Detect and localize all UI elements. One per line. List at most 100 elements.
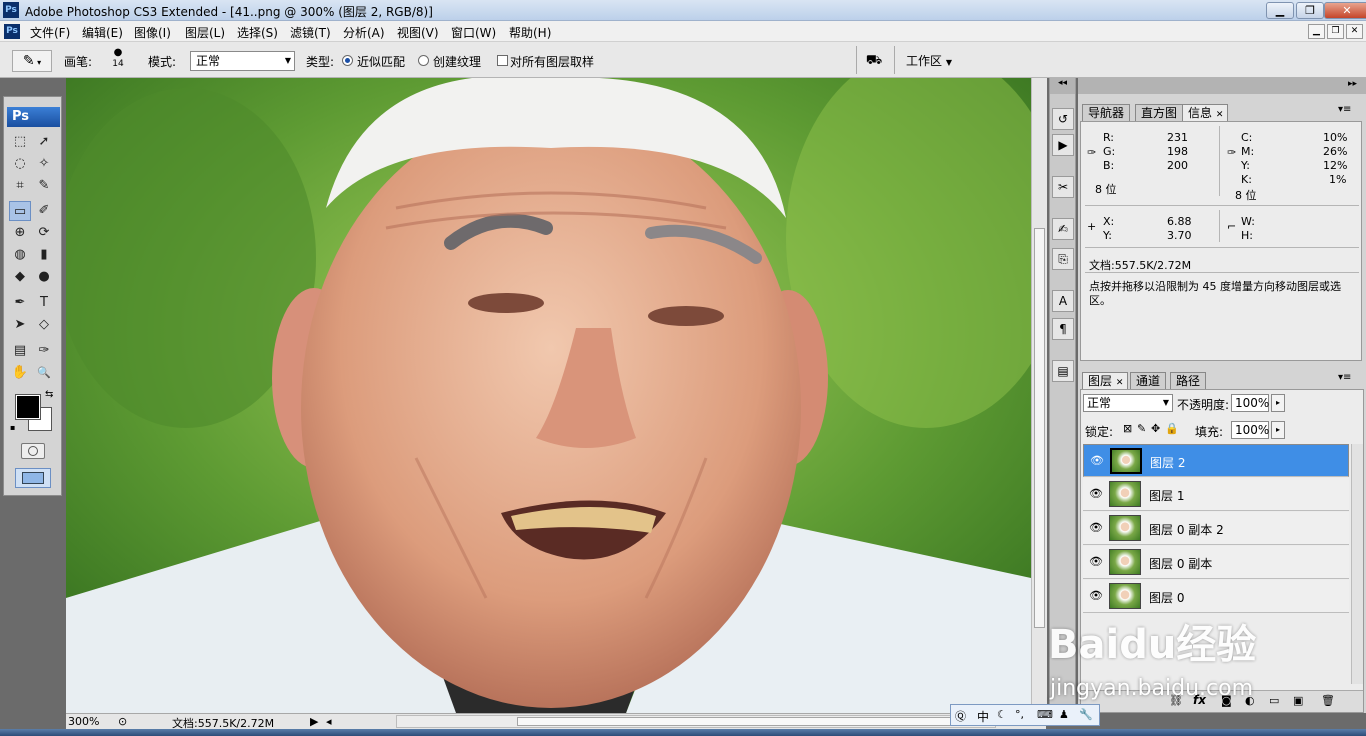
menu-view[interactable]: 视图(V) (397, 24, 439, 41)
layer-row[interactable]: 👁 图层 0 副本 2 (1083, 512, 1349, 545)
lock-transparent-icon[interactable]: ⊠ (1123, 422, 1132, 435)
paragraph-panel-icon[interactable]: ¶ (1052, 318, 1074, 340)
clone-source-icon[interactable]: ⎘ (1052, 248, 1074, 270)
foreground-color-swatch[interactable] (15, 394, 41, 420)
tab-layers[interactable]: 图层 ✕ (1082, 372, 1128, 389)
tab-paths[interactable]: 路径 (1170, 372, 1207, 389)
minimize-button[interactable]: ▁ (1266, 2, 1294, 19)
horizontal-scroll-thumb[interactable] (517, 717, 967, 726)
restore-button[interactable]: ❐ (1296, 2, 1324, 19)
layers-menu-icon[interactable]: ▾≡ (1338, 372, 1351, 383)
menu-select[interactable]: 选择(S) (237, 24, 278, 41)
eye-icon[interactable]: 👁 (1089, 522, 1103, 534)
actions-panel-icon[interactable]: ▶ (1052, 134, 1074, 156)
horizontal-scrollbar[interactable] (396, 715, 996, 728)
layer-row[interactable]: 👁 图层 0 (1083, 580, 1349, 613)
menu-layer[interactable]: 图层(L) (185, 24, 225, 41)
eye-icon[interactable]: 👁 (1090, 455, 1104, 467)
status-menu-arrow-icon[interactable]: ▶ (310, 715, 318, 728)
user-icon[interactable]: ♟ (1059, 708, 1069, 721)
lock-pixels-icon[interactable]: ✎ (1137, 422, 1146, 435)
close-tab-icon[interactable]: ✕ (1116, 378, 1124, 388)
ime-logo-icon[interactable]: Ⓠ (955, 708, 966, 724)
menu-help[interactable]: 帮助(H) (509, 24, 551, 41)
zoom-tool-icon[interactable]: 🔍 (33, 363, 55, 383)
workspace-menu[interactable]: 工作区 ▼ (900, 50, 964, 72)
screen-mode-button[interactable] (15, 468, 51, 488)
wrench-icon[interactable]: 🔧 (1079, 708, 1093, 721)
doc-close-button[interactable]: ✕ (1346, 24, 1363, 39)
eyedropper-tool-icon[interactable]: ✑ (33, 341, 55, 361)
shape-tool-icon[interactable]: ◇ (33, 315, 55, 335)
magic-wand-tool-icon[interactable]: ✧ (33, 154, 55, 174)
close-tab-icon[interactable]: ✕ (1216, 110, 1224, 120)
opacity-input[interactable]: 100% (1231, 394, 1269, 412)
quick-mask-button[interactable] (21, 443, 45, 459)
slice-tool-icon[interactable]: ✎ (33, 176, 55, 196)
vertical-scrollbar[interactable] (1031, 78, 1047, 713)
crop-tool-icon[interactable]: ⌗ (9, 176, 31, 196)
menu-analysis[interactable]: 分析(A) (343, 24, 385, 41)
menu-filter[interactable]: 滤镜(T) (290, 24, 331, 41)
radio-texture[interactable] (418, 55, 429, 66)
eye-icon[interactable]: 👁 (1089, 556, 1103, 568)
scroll-left-icon[interactable]: ◂ (326, 715, 332, 728)
moon-icon[interactable]: ☾ (997, 708, 1007, 721)
blur-tool-icon[interactable]: ◆ (9, 267, 31, 287)
brushes-panel-icon[interactable]: ✍ (1052, 218, 1074, 240)
eye-icon[interactable]: 👁 (1089, 488, 1103, 500)
menu-image[interactable]: 图像(I) (134, 24, 171, 41)
keyboard-icon[interactable]: ⌨ (1037, 708, 1053, 721)
menu-window[interactable]: 窗口(W) (451, 24, 496, 41)
radio-proximity[interactable] (342, 55, 353, 66)
brush-tool-icon[interactable]: ✐ (33, 201, 55, 221)
panel-menu-icon[interactable]: ▾≡ (1338, 104, 1351, 115)
tab-info[interactable]: 信息 ✕ (1182, 104, 1228, 121)
dodge-tool-icon[interactable]: ● (33, 267, 55, 287)
notes-tool-icon[interactable]: ▤ (9, 341, 31, 361)
new-layer-icon[interactable]: ▣ (1293, 694, 1303, 707)
pen-tool-icon[interactable]: ✒ (9, 293, 31, 313)
sample-all-checkbox[interactable] (497, 55, 508, 66)
layer-row[interactable]: 👁 图层 2 (1083, 444, 1349, 477)
type-tool-icon[interactable]: T (33, 293, 55, 313)
lock-position-icon[interactable]: ✥ (1151, 422, 1160, 435)
close-button[interactable]: ✕ (1324, 2, 1366, 19)
character-panel-icon[interactable]: A (1052, 290, 1074, 312)
fill-input[interactable]: 100% (1231, 421, 1269, 439)
doc-minimize-button[interactable]: ▁ (1308, 24, 1325, 39)
tool-preset-picker[interactable]: ✎ ▾ (12, 50, 52, 72)
fill-slider-button[interactable]: ▸ (1271, 421, 1285, 439)
tools-presets-icon[interactable]: ✂ (1052, 176, 1074, 198)
tab-channels[interactable]: 通道 (1130, 372, 1167, 389)
brush-picker[interactable]: ● 14 (102, 48, 134, 74)
radio-proximity-label[interactable]: 近似匹配 (357, 53, 405, 70)
menu-edit[interactable]: 编辑(E) (82, 24, 123, 41)
bridge-icon[interactable]: ⛟ (862, 50, 886, 72)
gradient-tool-icon[interactable]: ▮ (33, 245, 55, 265)
collapse-dock-icon[interactable]: ◂◂ (1050, 78, 1075, 94)
tab-navigator[interactable]: 导航器 (1082, 104, 1131, 121)
menu-file[interactable]: 文件(F) (30, 24, 70, 41)
marquee-tool-icon[interactable]: ⬚ (9, 132, 31, 152)
path-selection-tool-icon[interactable]: ➤ (9, 315, 31, 335)
lock-all-icon[interactable]: 🔒 (1165, 422, 1179, 435)
eye-icon[interactable]: 👁 (1089, 590, 1103, 602)
expand-panels-icon[interactable]: ▸▸ (1348, 79, 1357, 89)
new-group-icon[interactable]: ▭ (1269, 694, 1279, 707)
document-canvas[interactable] (66, 78, 1031, 713)
default-colors-icon[interactable]: ▪ (10, 423, 15, 432)
zoom-level[interactable]: 300% (68, 715, 99, 728)
layers-scrollbar[interactable] (1351, 444, 1363, 684)
doc-restore-button[interactable]: ❐ (1327, 24, 1344, 39)
eraser-tool-icon[interactable]: ◍ (9, 245, 31, 265)
layer-row[interactable]: 👁 图层 0 副本 (1083, 546, 1349, 579)
clone-stamp-tool-icon[interactable]: ⊕ (9, 223, 31, 243)
hand-tool-icon[interactable]: ✋ (9, 363, 31, 383)
radio-texture-label[interactable]: 创建纹理 (433, 53, 481, 70)
punctuation-icon[interactable]: °, (1015, 708, 1024, 721)
layer-comps-icon[interactable]: ▤ (1052, 360, 1074, 382)
ime-language[interactable]: 中 (977, 708, 989, 725)
move-tool-icon[interactable]: ➚ (33, 132, 55, 152)
blend-mode-select[interactable]: 正常 ▼ (1083, 394, 1173, 412)
